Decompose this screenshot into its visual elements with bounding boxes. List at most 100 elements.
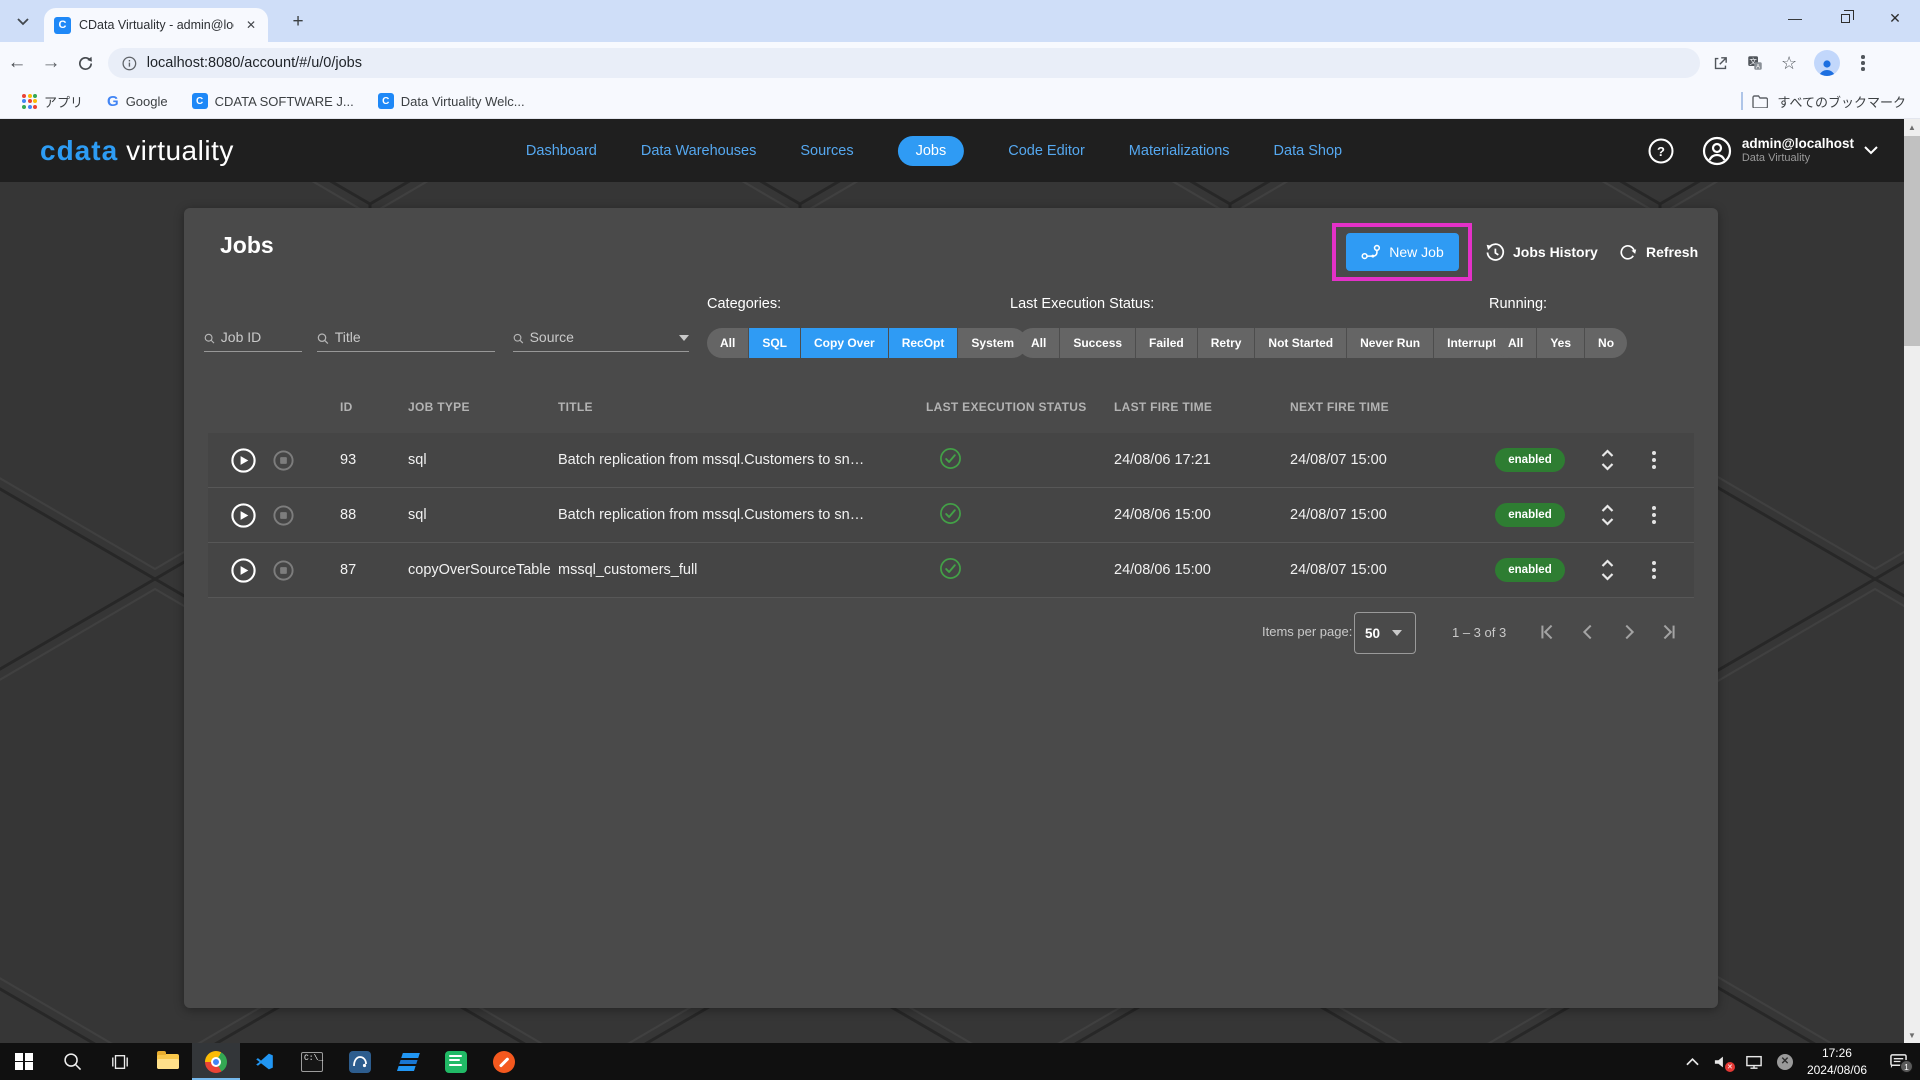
items-per-page-select[interactable]: 50 <box>1354 612 1416 654</box>
help-icon[interactable]: ? <box>1648 138 1674 164</box>
source-filter[interactable] <box>513 320 689 352</box>
first-page-button[interactable] <box>1536 621 1558 646</box>
notifications-button[interactable]: 1 <box>1889 1053 1908 1070</box>
browser-menu-icon[interactable] <box>1857 55 1869 71</box>
nav-item[interactable]: Dashboard <box>526 136 597 166</box>
stop-job-button[interactable] <box>272 559 295 582</box>
enabled-badge[interactable]: enabled <box>1495 558 1564 582</box>
bookmark-data-virtuality[interactable]: C Data Virtuality Welc... <box>370 90 533 112</box>
last-execution-chip[interactable]: Success <box>1060 328 1136 358</box>
tray-expand-button[interactable] <box>1686 1057 1699 1066</box>
vscode-button[interactable] <box>240 1043 288 1080</box>
nav-item[interactable]: Code Editor <box>1008 136 1085 166</box>
next-page-button[interactable] <box>1618 621 1640 646</box>
window-minimize-button[interactable]: — <box>1770 0 1820 36</box>
stop-job-button[interactable] <box>272 449 295 472</box>
nav-item[interactable]: Data Warehouses <box>641 136 757 166</box>
new-job-button[interactable]: New Job <box>1346 233 1459 271</box>
enabled-badge[interactable]: enabled <box>1495 503 1564 527</box>
row-menu-button[interactable] <box>1648 502 1660 528</box>
refresh-button[interactable]: Refresh <box>1618 233 1698 271</box>
back-button[interactable]: ← <box>0 52 34 74</box>
running-chip[interactable]: Yes <box>1537 328 1585 358</box>
taskbar-search-button[interactable] <box>48 1043 96 1080</box>
browser-profile-avatar[interactable] <box>1814 50 1840 76</box>
last-execution-chip[interactable]: Never Run <box>1347 328 1434 358</box>
scroll-down-icon[interactable]: ▼ <box>1904 1027 1920 1043</box>
task-view-button[interactable] <box>96 1043 144 1080</box>
title-filter[interactable] <box>317 320 495 352</box>
bookmark-cdata-software[interactable]: C CDATA SOFTWARE J... <box>184 90 362 112</box>
nav-item[interactable]: Data Shop <box>1274 136 1343 166</box>
translate-icon[interactable]: 文A <box>1746 54 1764 72</box>
bookmark-google[interactable]: G Google <box>99 90 176 113</box>
category-chip[interactable]: SQL <box>749 328 801 358</box>
all-bookmarks[interactable]: すべてのブックマーク <box>1741 92 1906 111</box>
scroll-up-icon[interactable]: ▲ <box>1904 119 1920 135</box>
jobs-history-button[interactable]: Jobs History <box>1484 233 1598 271</box>
run-job-button[interactable] <box>230 502 257 529</box>
running-chip[interactable]: All <box>1495 328 1537 358</box>
nav-item[interactable]: Sources <box>800 136 853 166</box>
new-tab-button[interactable]: + <box>286 10 310 34</box>
title-input[interactable] <box>335 329 495 345</box>
taskbar-clock[interactable]: 17:26 2024/08/06 <box>1807 1045 1867 1077</box>
user-menu[interactable]: admin@localhost Data Virtuality <box>1702 136 1878 166</box>
category-chip[interactable]: All <box>707 328 749 358</box>
volume-button[interactable]: ✕ <box>1713 1054 1731 1070</box>
tab-close-icon[interactable]: ✕ <box>242 16 260 34</box>
forward-button[interactable]: → <box>34 52 68 74</box>
green-notes-app-button[interactable] <box>432 1043 480 1080</box>
dropdown-caret-icon[interactable] <box>679 335 689 341</box>
scrollbar-thumb[interactable] <box>1904 136 1920 346</box>
orange-circle-app-button[interactable] <box>480 1043 528 1080</box>
bookmark-star-icon[interactable]: ☆ <box>1781 53 1797 74</box>
window-restore-button[interactable] <box>1820 0 1870 36</box>
last-execution-chip[interactable]: All <box>1018 328 1060 358</box>
start-button[interactable] <box>0 1043 48 1080</box>
job-row[interactable]: 93 sql Batch replication from mssql.Cust… <box>208 433 1694 488</box>
bookmark-apps[interactable]: アプリ <box>14 89 91 114</box>
site-info-icon[interactable] <box>122 56 137 71</box>
job-id-filter[interactable] <box>204 320 302 352</box>
last-execution-chip[interactable]: Retry <box>1198 328 1256 358</box>
url-input[interactable] <box>147 55 1686 71</box>
address-bar[interactable] <box>108 48 1700 78</box>
chrome-button[interactable] <box>192 1043 240 1080</box>
browser-tab-active[interactable]: C CData Virtuality - admin@locall ✕ <box>44 8 268 42</box>
last-execution-chip[interactable]: Not Started <box>1255 328 1347 358</box>
schedule-toggle-button[interactable] <box>1600 558 1615 582</box>
page-scrollbar[interactable]: ▲ ▼ <box>1904 119 1920 1043</box>
enabled-badge[interactable]: enabled <box>1495 448 1564 472</box>
nav-item[interactable]: Materializations <box>1129 136 1230 166</box>
last-execution-chip[interactable]: Failed <box>1136 328 1198 358</box>
category-chip[interactable]: Copy Over <box>801 328 889 358</box>
run-job-button[interactable] <box>230 557 257 584</box>
terminal-button[interactable]: C:\_ <box>288 1043 336 1080</box>
stop-job-button[interactable] <box>272 504 295 527</box>
run-job-button[interactable] <box>230 447 257 474</box>
last-page-button[interactable] <box>1658 621 1680 646</box>
running-chip[interactable]: No <box>1585 328 1627 358</box>
row-menu-button[interactable] <box>1648 447 1660 473</box>
share-icon[interactable] <box>1712 55 1729 72</box>
tab-search-button[interactable] <box>10 9 36 35</box>
job-id-input[interactable] <box>221 329 302 345</box>
category-chip[interactable]: RecOpt <box>889 328 959 358</box>
previous-page-button[interactable] <box>1577 621 1599 646</box>
network-button[interactable] <box>1745 1054 1763 1070</box>
schedule-toggle-button[interactable] <box>1600 448 1615 472</box>
nav-item[interactable]: Jobs <box>898 136 965 166</box>
source-input[interactable] <box>530 329 673 345</box>
pgadmin-button[interactable] <box>336 1043 384 1080</box>
category-chip[interactable]: System <box>958 328 1027 358</box>
job-row[interactable]: 88 sql Batch replication from mssql.Cust… <box>208 488 1694 543</box>
file-explorer-button[interactable] <box>144 1043 192 1080</box>
stacked-layers-app-button[interactable] <box>384 1043 432 1080</box>
reload-button[interactable] <box>68 55 102 72</box>
job-row[interactable]: 87 copyOverSourceTable mssql_customers_f… <box>208 543 1694 598</box>
app-logo[interactable]: cdata virtuality <box>40 119 234 182</box>
row-menu-button[interactable] <box>1648 557 1660 583</box>
schedule-toggle-button[interactable] <box>1600 503 1615 527</box>
status-button[interactable]: ✕ <box>1777 1054 1793 1070</box>
